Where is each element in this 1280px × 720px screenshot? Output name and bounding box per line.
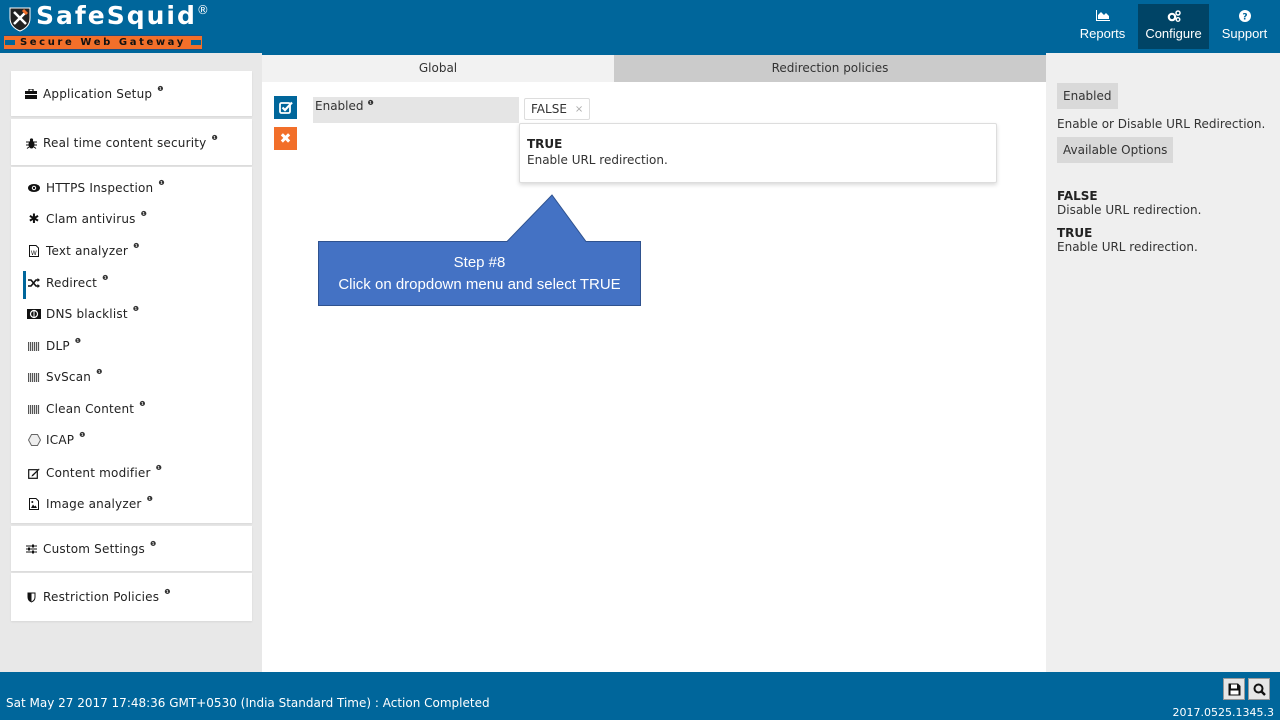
svg-text:W: W [31,250,37,257]
safesquid-logo[interactable]: SafeSquid® Secure Web Gateway [4,1,209,50]
save-button[interactable] [274,96,297,119]
info-icon: ❶ [140,210,148,218]
sidebar-item-clam-antivirus[interactable]: ✱ Clam antivirus ❶ [26,207,267,231]
close-icon: ✖ [279,130,292,147]
barcode-icon [26,372,42,382]
sidebar-item-svscan[interactable]: SvScan ❶ [26,365,267,389]
search-icon [1253,683,1266,696]
nav-support[interactable]: ? Support [1209,4,1280,49]
info-icon: ❶ [158,179,165,187]
dropdown-menu: TRUE Enable URL redirection. [519,123,997,183]
search-button[interactable] [1248,678,1270,700]
cancel-button[interactable]: ✖ [274,127,297,150]
status-bar: Sat May 27 2017 17:48:36 GMT+0530 (India… [0,672,1280,720]
sidebar-item-https-inspection[interactable]: HTTPS Inspection ❶ [26,176,267,200]
tagline-bar: Secure Web Gateway [4,35,202,50]
selected-value: FALSE [531,102,567,116]
nav-configure[interactable]: Configure [1138,4,1209,49]
random-icon [26,278,42,288]
field-label-enabled: Enabled ❶ [313,97,519,123]
sidebar-item-content-modifier[interactable]: Content modifier ❶ [26,461,267,485]
sidebar-item-dlp[interactable]: DLP ❶ [26,334,267,358]
info-icon: ❶ [164,588,171,596]
brand-tagline: Secure Web Gateway [20,37,186,48]
shield-logo-icon [9,7,31,32]
area-chart-icon [1067,10,1138,25]
info-icon: ❶ [139,400,146,408]
info-icon: ❶ [150,540,157,548]
enabled-select[interactable]: FALSE × [524,98,591,120]
floppy-icon [1228,683,1240,695]
help-field-description: Enable or Disable URL Redirection. [1057,117,1266,131]
help-panel: Enabled Enable or Disable URL Redirectio… [1046,53,1280,672]
barcode-icon [26,404,42,414]
hexagon-icon [26,434,42,446]
sidebar-item-text-analyzer[interactable]: W Text analyzer ❶ [26,239,267,263]
tab-bar: Global Redirection policies [262,55,1046,82]
main-content: Global Redirection policies ✖ Enabled ❶ F… [262,53,1046,672]
sidebar-item-clean-content[interactable]: Clean Content ❶ [26,397,267,421]
sliders-icon [23,544,39,554]
help-option-true: TRUE Enable URL redirection. [1057,226,1198,254]
info-icon: ❶ [146,495,154,503]
sidebar-group-realtime-security[interactable]: Real time content security ❶ [11,119,252,165]
brand-name: SafeSquid® [36,1,209,30]
sidebar-item-image-analyzer[interactable]: Image analyzer ❶ [26,492,267,516]
sidebar-item-icap[interactable]: ICAP ❶ [26,428,267,452]
info-icon: ❶ [74,337,82,345]
sidebar-item-redirect[interactable]: Redirect ❶ [23,271,267,299]
help-options-heading: Available Options [1057,137,1174,163]
barcode-icon [26,341,42,351]
info-icon: ❶ [211,134,218,142]
tab-global[interactable]: Global [262,55,614,82]
dropdown-option-true[interactable]: TRUE Enable URL redirection. [527,137,996,167]
info-icon: ❶ [132,305,140,313]
asterisk-icon: ✱ [28,211,40,227]
briefcase-icon [23,89,39,99]
edit-icon [26,468,42,479]
nav-reports[interactable]: Reports [1067,4,1138,49]
sidebar-item-dns-blacklist[interactable]: DNS blacklist ❶ [26,302,267,326]
status-message: Sat May 27 2017 17:48:36 GMT+0530 (India… [6,696,490,710]
app-header: SafeSquid® Secure Web Gateway Reports Co… [0,0,1280,53]
image-icon [26,498,42,510]
info-icon: ❶ [96,368,103,376]
top-navigation: Reports Configure ? Support [1067,4,1280,49]
help-option-false: FALSE Disable URL redirection. [1057,189,1202,217]
version-label: 2017.0525.1345.3 [1172,706,1274,719]
dns-icon [26,309,42,319]
sidebar-submenu: HTTPS Inspection ❶ ✱ Clam antivirus ❶ W Te… [11,167,252,523]
cogs-icon [1138,10,1209,25]
tab-redirection-policies[interactable]: Redirection policies [614,55,1046,82]
info-icon: ❶ [367,99,374,107]
sidebar-group-restriction-policies[interactable]: Restriction Policies ❶ [11,573,252,621]
callout-step: Step #8 [453,254,506,271]
svg-text:?: ? [1242,13,1247,23]
sidebar: Application Setup ❶ Real time content sec… [0,53,262,672]
save-config-button[interactable] [1223,678,1245,700]
remove-value-icon[interactable]: × [575,104,583,115]
question-circle-icon: ? [1209,10,1280,25]
check-square-icon [278,101,293,114]
info-icon: ❶ [157,85,164,93]
info-icon: ❶ [155,464,163,472]
info-icon: ❶ [133,242,140,250]
step-callout: Step #8 Click on dropdown menu and selec… [318,194,641,306]
eye-icon [26,184,42,192]
shield-icon [23,592,39,603]
bug-icon [23,137,39,149]
help-field-name: Enabled [1057,83,1118,109]
info-icon: ❶ [102,274,109,282]
sidebar-group-application-setup[interactable]: Application Setup ❶ [11,71,252,116]
sidebar-group-custom-settings[interactable]: Custom Settings ❶ [11,526,252,571]
file-word-icon: W [26,245,42,257]
info-icon: ❶ [79,431,86,439]
callout-instruction: Click on dropdown menu and select TRUE [338,276,621,293]
